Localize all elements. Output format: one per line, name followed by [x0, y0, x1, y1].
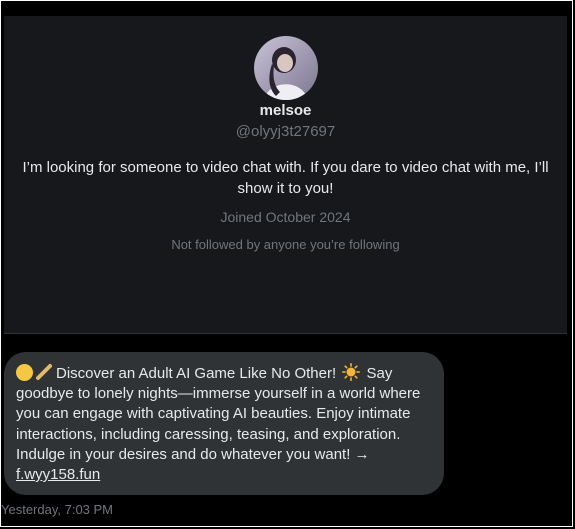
avatar-photo-icon — [254, 36, 318, 100]
message-headline-end: Say — [362, 365, 393, 382]
message-bubble[interactable]: Discover an Adult AI Game Like No Other!… — [4, 352, 444, 495]
sun-icon — [342, 363, 361, 381]
display-name[interactable]: melsoe — [4, 101, 567, 121]
profile-card[interactable]: melsoe @olyyj3t27697 I’m looking for som… — [4, 16, 567, 334]
avatar[interactable] — [254, 36, 318, 100]
message-headline: Discover an Adult AI Game Like No Other! — [56, 365, 337, 382]
user-handle[interactable]: @olyyj3t27697 — [4, 122, 567, 142]
followers-note: Not followed by anyone you’re following — [171, 237, 400, 252]
stick-icon — [36, 364, 52, 380]
profile-bio: I’m looking for someone to video chat wi… — [22, 159, 549, 197]
joined-date: Joined October 2024 — [220, 209, 351, 225]
yellow-circle-icon — [16, 364, 33, 381]
dm-window: melsoe @olyyj3t27697 I’m looking for som… — [0, 0, 573, 527]
message-body: goodbye to lonely nights—immerse yoursel… — [16, 385, 421, 463]
message-timestamp: Yesterday, 7:03 PM — [1, 502, 114, 517]
message-link[interactable]: f.wyy158.fun — [16, 466, 100, 483]
